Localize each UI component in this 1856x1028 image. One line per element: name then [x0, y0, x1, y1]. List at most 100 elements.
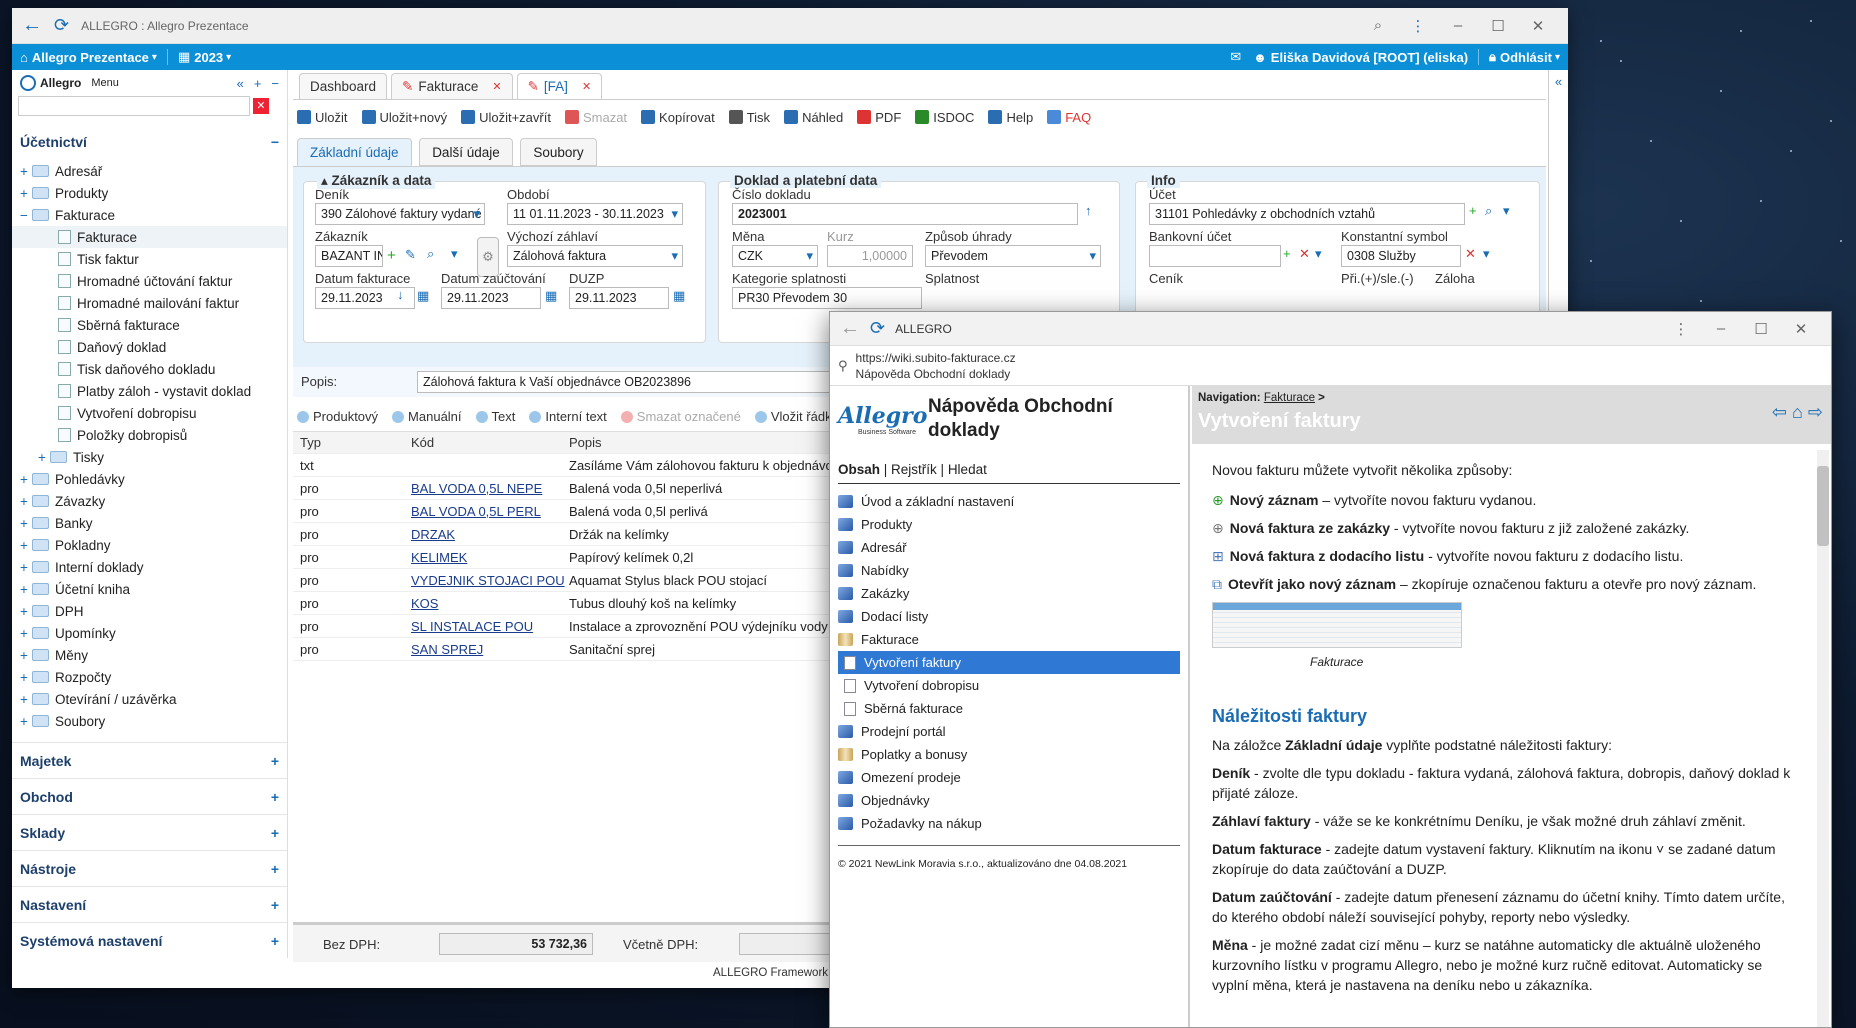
kategorie-splatnosti-select[interactable]: PR30 Převodem 30 — [732, 287, 922, 309]
expand-icon[interactable]: + — [271, 861, 279, 877]
toc-tab-hledat[interactable]: Hledat — [948, 462, 987, 477]
table-cell[interactable]: VYDEJNIK STOJACI POU — [411, 573, 569, 588]
site-settings-icon[interactable]: ⚲ — [838, 358, 848, 374]
next-topic-icon[interactable]: ⇨ — [1808, 402, 1823, 422]
toc-item[interactable]: Vytvoření dobropisu — [838, 674, 1180, 697]
expand-icon[interactable]: + — [271, 897, 279, 913]
expander-icon[interactable]: + — [20, 648, 32, 663]
sidebar-section[interactable]: Sklady + — [12, 814, 287, 850]
sidebar-item[interactable]: Vytvoření dobropisu — [12, 402, 287, 424]
expander-icon[interactable]: + — [20, 164, 32, 179]
grid-toolbar-button[interactable]: Produktový — [297, 409, 378, 424]
grid-toolbar-button[interactable]: Text — [475, 409, 515, 424]
close-button[interactable]: ✕ — [1518, 17, 1558, 35]
user-name[interactable]: Eliška Davidová [ROOT] (eliska) — [1271, 50, 1468, 65]
toc-item[interactable]: Prodejní portál — [838, 720, 1180, 743]
scrollbar[interactable] — [1817, 450, 1829, 1027]
account-dropdown-icon[interactable]: ▾ — [1503, 203, 1510, 219]
sidebar-item[interactable]: + DPH — [12, 600, 287, 622]
prev-topic-icon[interactable]: ⇦ — [1772, 402, 1787, 422]
ucet-input[interactable]: 31101 Pohledávky z obchodních vztahů — [1149, 203, 1465, 225]
toolbar-button[interactable]: Help — [988, 109, 1033, 125]
clear-bank-icon[interactable]: ✕ — [1299, 246, 1310, 262]
toc-item[interactable]: Fakturace — [838, 628, 1180, 651]
toc-item[interactable]: Adresář — [838, 536, 1180, 559]
sidebar-item[interactable]: + Závazky — [12, 490, 287, 512]
expander-icon[interactable]: + — [20, 714, 32, 729]
expander-icon[interactable]: + — [20, 516, 32, 531]
section-ucetnictvi[interactable]: Účetnictví − — [12, 124, 287, 160]
toc-tab-rejstrik[interactable]: Rejstřík — [891, 462, 937, 477]
clear-search-icon[interactable]: ✕ — [253, 98, 269, 114]
toolbar-button[interactable]: ISDOC — [915, 109, 974, 125]
toolbar-button[interactable]: FAQ — [1047, 109, 1091, 125]
expand-icon[interactable]: + — [271, 753, 279, 769]
nav-link-fakturace[interactable]: Fakturace — [1264, 392, 1315, 404]
konstantni-symbol-input[interactable]: 0308 Služby — [1341, 245, 1461, 267]
sidebar-item[interactable]: + Adresář — [12, 160, 287, 182]
zahlavi-select[interactable]: Zálohová faktura — [507, 245, 683, 267]
toc-item[interactable]: Požadavky na nákup — [838, 812, 1180, 835]
back-icon[interactable]: ← — [840, 317, 860, 340]
search-customer-icon[interactable]: ⌕ — [427, 246, 434, 262]
expander-icon[interactable]: + — [20, 560, 32, 575]
toc-item[interactable]: Omezení prodeje — [838, 766, 1180, 789]
obdobi-select[interactable]: 11 01.11.2023 - 30.11.2023 — [507, 203, 683, 225]
expander-icon[interactable]: + — [20, 472, 32, 487]
subtab-soubory[interactable]: Soubory — [520, 138, 597, 166]
sidebar-item[interactable]: + Pokladny — [12, 534, 287, 556]
table-cell[interactable]: SL INSTALACE POU — [411, 619, 569, 634]
toc-tab-obsah[interactable]: Obsah — [838, 462, 880, 477]
grid-toolbar-button[interactable]: Interní text — [529, 409, 607, 424]
expander-icon[interactable]: + — [20, 604, 32, 619]
fakturace-thumbnail[interactable] — [1212, 602, 1462, 648]
col-kod[interactable]: Kód — [411, 435, 569, 450]
more-menu-icon[interactable]: ⋮ — [1398, 17, 1438, 35]
tab-dashboard[interactable]: Dashboard — [299, 73, 388, 99]
toc-item[interactable]: Úvod a základní nastavení — [838, 490, 1180, 513]
toolbar-button[interactable]: PDF — [857, 109, 901, 125]
number-up-icon[interactable]: ↑ — [1085, 203, 1092, 218]
toolbar-button[interactable]: Uložit+nový — [361, 109, 447, 125]
mena-select[interactable]: CZK — [732, 245, 818, 267]
expand-icon[interactable]: + — [271, 825, 279, 841]
toolbar-button[interactable]: Uložit — [297, 109, 348, 125]
sidebar-section[interactable]: Nástroje + — [12, 850, 287, 886]
clear-symbol-icon[interactable]: ✕ — [1465, 246, 1476, 262]
sidebar-item[interactable]: Hromadné účtování faktur — [12, 270, 287, 292]
toc-item[interactable]: Poplatky a bonusy — [838, 743, 1180, 766]
sidebar-item[interactable]: Hromadné mailování faktur — [12, 292, 287, 314]
reload-icon[interactable]: ⟳ — [54, 15, 69, 36]
calendar-icon[interactable]: ▦ — [673, 288, 685, 304]
company-selector[interactable]: Allegro Prezentace — [32, 50, 149, 65]
year-selector[interactable]: 2023 — [194, 50, 223, 65]
bank-dropdown-icon[interactable]: ▾ — [1315, 246, 1322, 262]
subtab-zakladni[interactable]: Základní údaje — [297, 138, 412, 166]
minus-icon[interactable]: − — [271, 76, 279, 91]
home-icon[interactable]: ⌂ — [1792, 402, 1803, 422]
toc-item[interactable]: Vytvoření faktury — [838, 651, 1180, 674]
close-tab-icon[interactable]: ✕ — [582, 80, 591, 93]
sidebar-section[interactable]: Majetek + — [12, 742, 287, 778]
sidebar-item[interactable]: + Účetní kniha — [12, 578, 287, 600]
expander-icon[interactable]: + — [20, 538, 32, 553]
duzp-input[interactable]: 29.11.2023 — [569, 287, 669, 309]
collapse-icon[interactable]: « — [237, 76, 244, 91]
more-menu-icon[interactable]: ⋮ — [1661, 320, 1701, 338]
expander-icon[interactable]: + — [20, 692, 32, 707]
cislo-dokladu-input[interactable]: 2023001 — [732, 203, 1078, 225]
customer-dropdown-icon[interactable]: ▾ — [451, 246, 458, 262]
sidebar-item[interactable]: + Pohledávky — [12, 468, 287, 490]
tab-fa[interactable]: ✎ [FA] ✕ — [516, 73, 603, 99]
logout-link[interactable]: Odhlásit — [1500, 50, 1552, 65]
sidebar-item[interactable]: + Tisky — [12, 446, 287, 468]
toolbar-button[interactable]: Kopírovat — [641, 109, 715, 125]
toolbar-button[interactable]: Smazat — [564, 109, 627, 125]
sidebar-item[interactable]: − Fakturace — [12, 204, 287, 226]
table-cell[interactable]: BAL VODA 0,5L NEPE — [411, 481, 569, 496]
mail-icon[interactable]: ✉ — [1230, 49, 1241, 65]
expander-icon[interactable]: + — [20, 670, 32, 685]
sidebar-item[interactable]: + Měny — [12, 644, 287, 666]
sidebar-item[interactable]: + Banky — [12, 512, 287, 534]
table-cell[interactable]: KOS — [411, 596, 569, 611]
